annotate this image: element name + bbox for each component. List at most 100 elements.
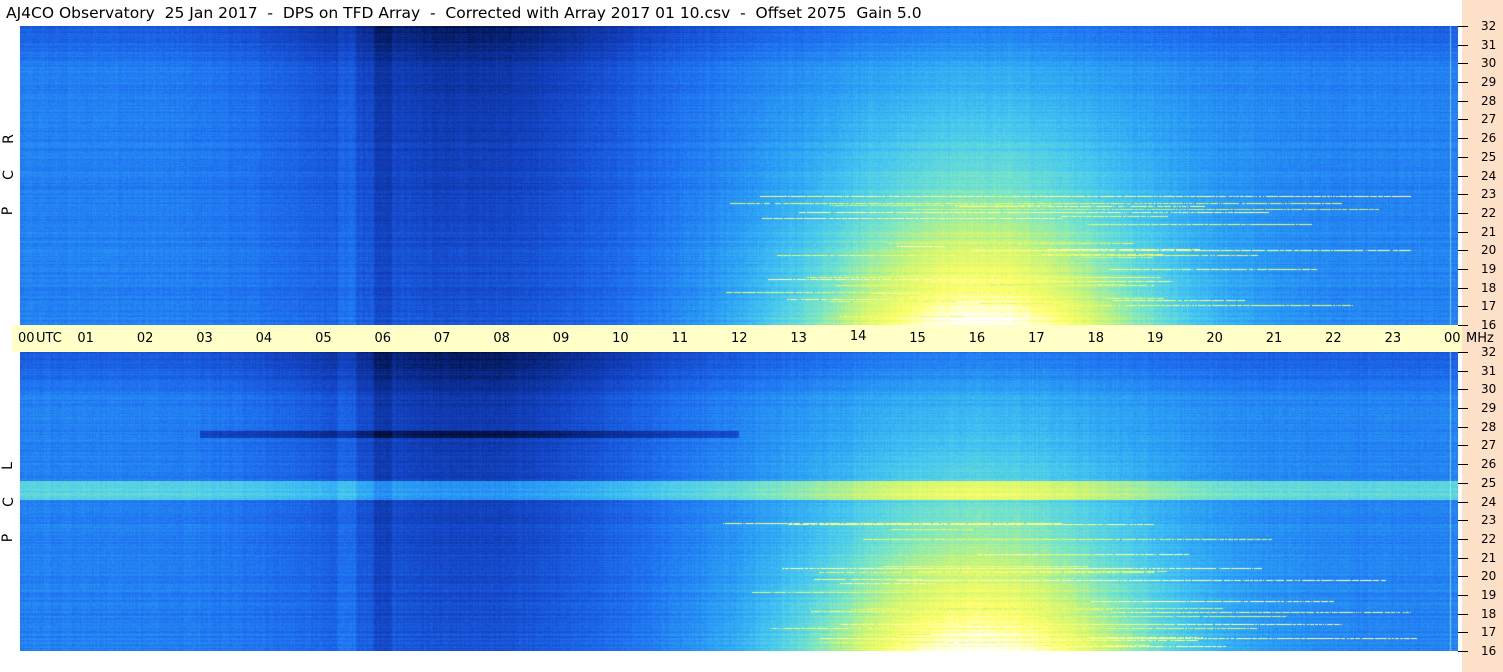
utc-tick-label: 07 bbox=[433, 331, 451, 346]
utc-tick-label: 13 bbox=[790, 331, 807, 346]
spectrogram-lcp bbox=[20, 352, 1458, 651]
mhz-tick-mark bbox=[1458, 614, 1468, 615]
mhz-tick-mark bbox=[1458, 464, 1468, 465]
mhz-tick-mark bbox=[1458, 269, 1468, 270]
mhz-tick-mark bbox=[1458, 213, 1468, 214]
utc-tick-label: 21 bbox=[1265, 331, 1283, 346]
mhz-tick-label: 24 bbox=[1481, 169, 1497, 183]
utc-tick-label: 05 bbox=[315, 331, 332, 346]
utc-tick-label: 00 bbox=[18, 331, 35, 346]
utc-tick-label: 00 bbox=[1444, 331, 1461, 346]
chart-title: AJ4CO Observatory 25 Jan 2017 - DPS on T… bbox=[6, 4, 922, 22]
mhz-tick-mark bbox=[1458, 325, 1468, 326]
utc-tick-label: 23 bbox=[1384, 331, 1402, 346]
mhz-tick-label: 21 bbox=[1481, 225, 1497, 239]
polarization-letter: P bbox=[0, 206, 17, 216]
mhz-tick-mark bbox=[1458, 595, 1468, 596]
utc-tick-label: 10 bbox=[612, 331, 629, 346]
mhz-tick-mark bbox=[1458, 651, 1468, 652]
mhz-tick-mark bbox=[1458, 576, 1468, 577]
utc-time-axis: 00 01 02 03 04 05 06 07 08 09 10 11 12 13 14 15 16 17 18 19… bbox=[12, 325, 1494, 352]
mhz-tick-label: 19 bbox=[1481, 262, 1497, 276]
mhz-tick-label: 25 bbox=[1481, 476, 1497, 490]
polarization-letter: P bbox=[0, 533, 17, 543]
utc-axis-label: UTC bbox=[36, 331, 62, 346]
mhz-tick-mark bbox=[1458, 82, 1468, 83]
mhz-axis-label: MHz bbox=[1466, 331, 1494, 346]
mhz-tick-label: 22 bbox=[1481, 532, 1497, 546]
utc-tick-label: 14 bbox=[849, 329, 867, 344]
mhz-tick-label: 30 bbox=[1481, 382, 1497, 396]
polarization-letter: C bbox=[0, 497, 17, 507]
mhz-tick-label: 22 bbox=[1481, 206, 1497, 220]
spectrogram-rcp bbox=[20, 26, 1458, 325]
polarization-letter: C bbox=[0, 170, 17, 180]
mhz-tick-mark bbox=[1458, 389, 1468, 390]
mhz-tick-label: 31 bbox=[1481, 364, 1497, 378]
mhz-tick-label: 20 bbox=[1481, 243, 1497, 257]
mhz-tick-label: 32 bbox=[1481, 345, 1497, 359]
utc-tick-label: 09 bbox=[552, 331, 570, 346]
mhz-tick-mark bbox=[1458, 250, 1468, 251]
utc-tick-label: 12 bbox=[731, 331, 748, 346]
mhz-tick-label: 27 bbox=[1481, 112, 1497, 126]
mhz-tick-label: 28 bbox=[1481, 420, 1497, 434]
mhz-tick-label: 24 bbox=[1481, 495, 1497, 509]
mhz-tick-label: 25 bbox=[1481, 150, 1497, 164]
polarization-letter: R bbox=[0, 134, 17, 144]
mhz-tick-mark bbox=[1458, 288, 1468, 289]
mhz-tick-mark bbox=[1458, 119, 1468, 120]
mhz-tick-label: 17 bbox=[1481, 625, 1497, 639]
utc-tick-label: 08 bbox=[493, 331, 510, 346]
utc-tick-label: 20 bbox=[1206, 331, 1223, 346]
utc-tick-label: 04 bbox=[255, 331, 273, 346]
mhz-tick-label: 27 bbox=[1481, 438, 1497, 452]
mhz-tick-mark bbox=[1458, 539, 1468, 540]
polarization-letter: L bbox=[0, 462, 16, 470]
mhz-tick-mark bbox=[1458, 632, 1468, 633]
mhz-tick-mark bbox=[1458, 520, 1468, 521]
mhz-tick-mark bbox=[1458, 427, 1468, 428]
mhz-tick-label: 29 bbox=[1481, 401, 1497, 415]
utc-tick-label: 01 bbox=[77, 331, 94, 346]
mhz-tick-label: 16 bbox=[1481, 318, 1497, 332]
utc-tick-label: 16 bbox=[968, 331, 986, 346]
utc-tick-label: 22 bbox=[1325, 331, 1342, 346]
utc-tick-label: 19 bbox=[1146, 331, 1164, 346]
mhz-tick-label: 26 bbox=[1481, 131, 1497, 145]
mhz-tick-label: 18 bbox=[1481, 607, 1497, 621]
mhz-tick-label: 31 bbox=[1481, 38, 1497, 52]
mhz-tick-mark bbox=[1458, 306, 1468, 307]
utc-tick-label: 03 bbox=[196, 331, 213, 346]
mhz-tick-label: 19 bbox=[1481, 588, 1497, 602]
utc-tick-label: 11 bbox=[671, 331, 689, 346]
mhz-tick-label: 23 bbox=[1481, 513, 1497, 527]
mhz-tick-label: 29 bbox=[1481, 75, 1497, 89]
mhz-tick-mark bbox=[1458, 157, 1468, 158]
mhz-tick-label: 18 bbox=[1481, 281, 1497, 295]
mhz-tick-label: 17 bbox=[1481, 299, 1497, 313]
mhz-tick-mark bbox=[1458, 45, 1468, 46]
mhz-tick-mark bbox=[1458, 176, 1468, 177]
mhz-tick-mark bbox=[1458, 101, 1468, 102]
mhz-tick-mark bbox=[1458, 194, 1468, 195]
mhz-tick-mark bbox=[1458, 558, 1468, 559]
utc-tick-label: 06 bbox=[374, 331, 392, 346]
utc-tick-label: 17 bbox=[1028, 331, 1045, 346]
mhz-tick-mark bbox=[1458, 502, 1468, 503]
mhz-tick-label: 30 bbox=[1481, 56, 1497, 70]
mhz-tick-mark bbox=[1458, 483, 1468, 484]
mhz-tick-label: 32 bbox=[1481, 19, 1497, 33]
utc-tick-label: 15 bbox=[909, 331, 926, 346]
mhz-tick-mark bbox=[1458, 445, 1468, 446]
mhz-tick-label: 21 bbox=[1481, 551, 1497, 565]
mhz-tick-mark bbox=[1458, 63, 1468, 64]
mhz-tick-label: 16 bbox=[1481, 644, 1497, 658]
utc-tick-label: 02 bbox=[136, 331, 154, 346]
mhz-tick-label: 20 bbox=[1481, 569, 1497, 583]
mhz-tick-mark bbox=[1458, 232, 1468, 233]
mhz-tick-label: 23 bbox=[1481, 187, 1497, 201]
utc-tick-label: 18 bbox=[1087, 331, 1105, 346]
mhz-tick-mark bbox=[1458, 26, 1468, 27]
mhz-tick-mark bbox=[1458, 371, 1468, 372]
